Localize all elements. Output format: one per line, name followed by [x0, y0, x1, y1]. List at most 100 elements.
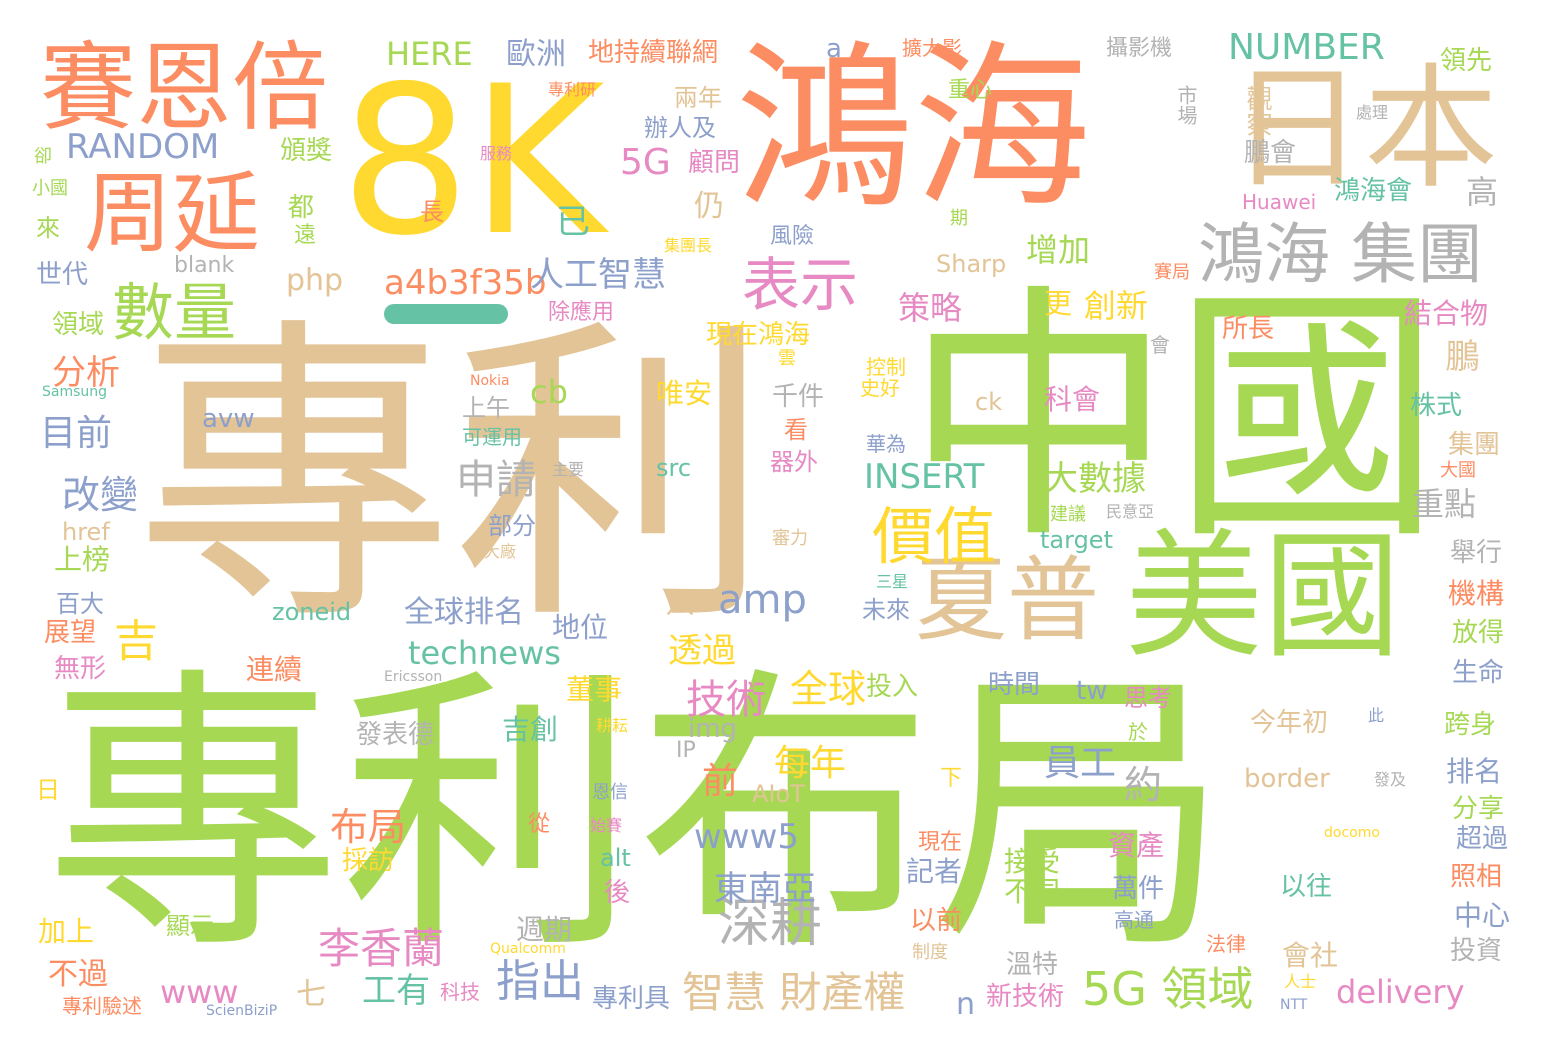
- cloud-word: 發及: [1374, 770, 1407, 789]
- cloud-word: Ericsson: [384, 669, 443, 685]
- cloud-word: 全球: [790, 667, 867, 711]
- cloud-word: 可運用: [462, 425, 522, 449]
- cloud-word: 吉創: [502, 713, 559, 746]
- cloud-word: 法律: [1206, 932, 1246, 956]
- cloud-word: 現在鴻海: [706, 320, 811, 350]
- cloud-word: ScienBiziP: [206, 1003, 278, 1019]
- cloud-word: 專利具: [592, 984, 671, 1014]
- cloud-word: 照相: [1450, 862, 1503, 892]
- cloud-word: 制度: [912, 942, 948, 963]
- cloud-word: technews: [408, 634, 561, 672]
- cloud-word: a: [826, 34, 842, 64]
- cloud-word: 領先: [1440, 46, 1493, 76]
- cloud-word: 領域: [52, 310, 105, 340]
- cloud-word: 會: [1150, 333, 1170, 357]
- cloud-word: 策略: [898, 289, 963, 327]
- cloud-word: NUMBER: [1228, 27, 1385, 68]
- cloud-word: 人工智慧: [530, 255, 666, 295]
- cloud-word: 數量: [112, 276, 237, 349]
- cloud-word: 地持續聯網: [588, 38, 719, 68]
- cloud-word: 創新: [1084, 287, 1149, 325]
- cloud-word: delivery: [1336, 973, 1465, 1011]
- cloud-word: 舉行: [1450, 538, 1503, 568]
- cloud-word: 遠: [294, 223, 317, 248]
- cloud-word: 科技: [440, 980, 480, 1004]
- cloud-word: 史好: [860, 376, 900, 400]
- cloud-word: 耕耘: [596, 716, 629, 735]
- cloud-word: 賽恩倍: [40, 32, 328, 144]
- cloud-word: 記者: [906, 855, 963, 888]
- cloud-word: 此: [1368, 706, 1385, 725]
- cloud-word: 5G 領域: [1082, 962, 1254, 1016]
- cloud-word: target: [1040, 526, 1113, 554]
- cloud-word: 從: [528, 812, 551, 837]
- cloud-word: 後: [604, 878, 631, 908]
- cloud-word: alt: [600, 844, 631, 872]
- cloud-word: 民意亞: [1106, 502, 1155, 521]
- cloud-word: 攝影機: [1106, 36, 1173, 61]
- cloud-word: 於: [1128, 720, 1148, 744]
- cloud-word: 排名: [1446, 755, 1503, 788]
- cloud-word: 機構: [1448, 577, 1505, 610]
- cloud-word: 接受: [1004, 845, 1061, 878]
- cloud-word: tw: [1076, 676, 1108, 706]
- cloud-word: INSERT: [864, 457, 985, 497]
- cloud-word: 仍: [694, 189, 724, 224]
- cloud-word: 展望: [44, 618, 97, 648]
- cloud-word: 思考: [1124, 684, 1172, 712]
- cloud-word: 頒獎: [280, 136, 333, 166]
- cloud-word: 吉: [114, 616, 158, 667]
- cloud-word: 資產: [1108, 829, 1165, 862]
- cloud-word: 週期: [516, 913, 573, 946]
- cloud-word: 上榜: [54, 543, 111, 576]
- cloud-word: 5G: [620, 142, 671, 183]
- cloud-word: 株式: [1410, 391, 1463, 421]
- cloud-word: 部分: [488, 512, 536, 540]
- cloud-word: 建議: [1050, 504, 1086, 525]
- cloud-word: 重心: [948, 78, 993, 103]
- cloud-word: 辦人及: [644, 114, 716, 142]
- cloud-word: 分享: [1452, 794, 1505, 824]
- cloud-word: 時間: [988, 670, 1041, 700]
- cloud-word: 觀察: [1242, 85, 1272, 137]
- cloud-word: 看: [784, 416, 808, 444]
- cloud-word: 生命: [1452, 658, 1505, 688]
- cloud-word: 市場: [1174, 85, 1198, 125]
- word-cloud: 專利 專利布局 中國 8K 鴻海 美國 日本 賽恩倍 周延 夏普 鴻海 集團 數量 表示 價值 深耕 5G 領…: [0, 0, 1548, 1052]
- cloud-word: Samsung: [42, 384, 108, 400]
- cloud-word: 工有: [362, 971, 430, 1011]
- cloud-word: amp: [718, 577, 807, 623]
- cloud-word: 現在: [918, 830, 963, 855]
- cloud-word: docomo: [1324, 825, 1380, 841]
- cloud-word: 指出: [496, 956, 584, 1007]
- cloud-word: 八: [666, 587, 695, 620]
- cloud-word: 未來: [862, 596, 910, 624]
- cloud-word: 世代: [36, 260, 89, 290]
- cloud-word: n: [956, 987, 976, 1022]
- cloud-word: 不過: [48, 957, 108, 992]
- cloud-word: 雲: [778, 348, 796, 369]
- cloud-word: 鵬會: [1244, 138, 1297, 168]
- cloud-word: 連續: [246, 653, 303, 686]
- cloud-word: cb: [530, 373, 568, 411]
- cloud-word: 下: [940, 766, 963, 791]
- cloud-word: 高: [1466, 173, 1499, 211]
- cloud-word: 歐洲: [506, 37, 566, 72]
- cloud-word: 不同: [1004, 875, 1061, 908]
- cloud-word: 上午: [462, 394, 510, 422]
- cloud-word: 千件: [772, 382, 825, 412]
- cloud-word: 價值: [872, 500, 997, 573]
- cloud-word: 約: [1124, 763, 1163, 807]
- cloud-word: 今年初: [1250, 708, 1329, 738]
- cloud-word: 無形: [54, 654, 107, 684]
- cloud-word: 更: [1044, 287, 1073, 320]
- cloud-word: 員工: [1044, 743, 1117, 784]
- cloud-word: 服務: [480, 144, 513, 163]
- cloud-word: 集團: [1448, 430, 1501, 460]
- cloud-word: 以往: [1280, 872, 1333, 902]
- cloud-word: 加上: [38, 915, 95, 948]
- cloud-word: 已: [556, 202, 590, 242]
- cloud-word: Sharp: [936, 250, 1007, 278]
- cloud-word: 百大: [56, 590, 104, 618]
- cloud-word: 所長: [1222, 314, 1275, 344]
